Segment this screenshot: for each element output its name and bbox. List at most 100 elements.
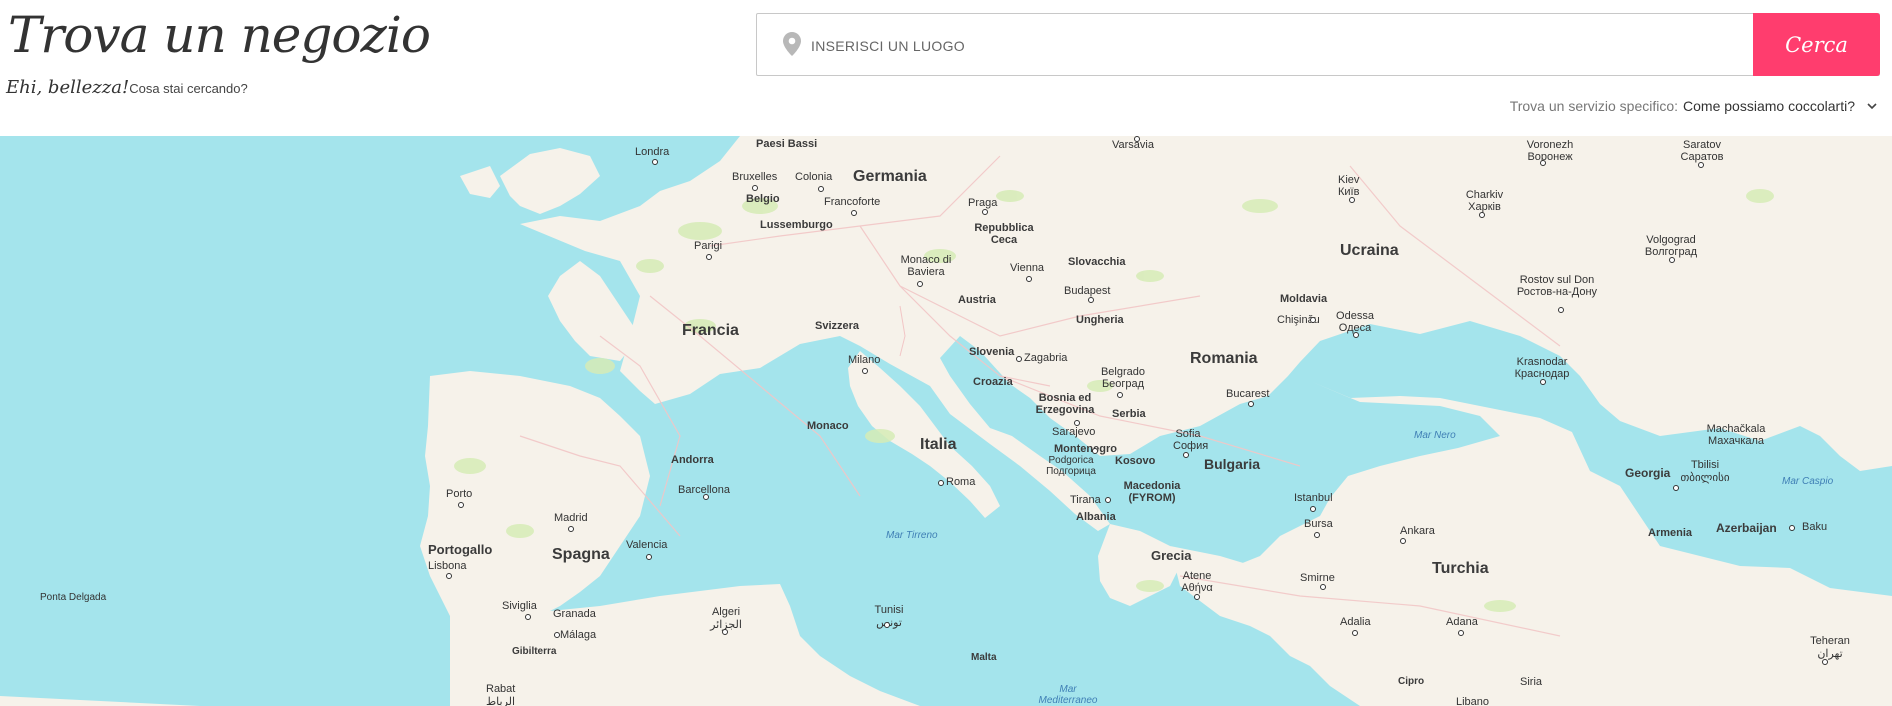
city-marker[interactable] (1789, 525, 1795, 531)
city-marker[interactable] (917, 281, 923, 287)
city-marker[interactable] (1026, 276, 1032, 282)
city-marker[interactable] (1400, 538, 1406, 544)
service-filter-select[interactable]: Come possiamo coccolarti? (1683, 98, 1855, 114)
map-label-country: Croazia (973, 376, 1013, 388)
map-label-city: Praga (968, 197, 998, 209)
map-label-sea: Mar Nero (1414, 430, 1456, 441)
city-marker[interactable] (1320, 584, 1326, 590)
map-label-city: Valencia (626, 539, 668, 551)
map-label-city: Rostov sul Don Ростов-на-Дону (1516, 274, 1598, 298)
city-marker[interactable] (1540, 379, 1546, 385)
city-marker[interactable] (1183, 452, 1189, 458)
location-search-input[interactable] (809, 14, 1743, 77)
map-label-city: Machačkala Махачкала (1706, 423, 1766, 447)
city-marker[interactable] (1558, 307, 1564, 313)
city-marker[interactable] (1349, 197, 1355, 203)
map-label-country: Paesi Bassi (756, 138, 818, 150)
city-marker[interactable] (1479, 212, 1485, 218)
city-marker[interactable] (1088, 297, 1094, 303)
city-marker[interactable] (722, 629, 728, 635)
map-label-country: Serbia (1112, 408, 1146, 420)
city-marker[interactable] (646, 554, 652, 560)
location-search-bar: Cerca (756, 13, 1880, 77)
map-label-country: Turchia (1432, 560, 1489, 577)
city-marker[interactable] (818, 186, 824, 192)
city-marker[interactable] (1105, 497, 1111, 503)
city-marker[interactable] (1673, 485, 1679, 491)
city-marker[interactable] (706, 254, 712, 260)
map-label-country: Spagna (552, 546, 610, 563)
subtitle: Ehi, bellezza!Cosa stai cercando? (6, 77, 248, 98)
map-label-city: Adana (1446, 616, 1478, 628)
city-marker[interactable] (1310, 317, 1316, 323)
map-label-city: Belgrado Београд (1100, 366, 1146, 390)
city-marker[interactable] (1458, 630, 1464, 636)
city-marker[interactable] (1248, 401, 1254, 407)
map-canvas[interactable] (0, 136, 1892, 706)
city-marker[interactable] (568, 526, 574, 532)
search-button[interactable]: Cerca (1753, 13, 1880, 76)
map-label-city: Kiev Київ (1338, 174, 1360, 198)
store-locator-map[interactable]: Paesi Bassi Londra Varsavia Bruxelles Co… (0, 136, 1892, 706)
city-marker[interactable] (525, 614, 531, 620)
map-label-country: Bulgaria (1204, 456, 1261, 472)
map-label-city: Krasnodar Краснодар (1514, 356, 1570, 380)
city-marker[interactable] (1310, 506, 1316, 512)
city-marker[interactable] (1822, 659, 1828, 665)
chevron-down-icon[interactable] (1866, 100, 1878, 112)
city-marker[interactable] (554, 632, 560, 638)
map-label-city: Teheran تهران (1810, 635, 1850, 660)
map-label-city: Varsavia (1112, 139, 1154, 151)
map-label-country: Libano (1456, 696, 1490, 706)
city-marker[interactable] (1698, 162, 1704, 168)
city-marker[interactable] (862, 368, 868, 374)
city-marker[interactable] (1016, 356, 1022, 362)
city-marker[interactable] (938, 480, 944, 486)
map-label-city: Gibilterra (512, 646, 557, 657)
city-marker[interactable] (1353, 332, 1359, 338)
map-label-city: Rabat الرباط (486, 683, 516, 706)
map-label-country: Romania (1190, 350, 1258, 367)
map-label-country: Macedonia (FYROM) (1123, 480, 1181, 504)
map-label-city: Adalia (1340, 616, 1371, 628)
map-label-city: Parigi (694, 240, 723, 252)
map-label-city: Vienna (1010, 262, 1045, 274)
map-label-sea: Mar Tirreno (886, 530, 938, 541)
city-marker[interactable] (752, 185, 758, 191)
city-marker[interactable] (703, 494, 709, 500)
city-marker[interactable] (1540, 160, 1546, 166)
map-label-country: Armenia (1648, 527, 1693, 539)
city-marker[interactable] (1194, 594, 1200, 600)
service-filter[interactable]: Trova un servizio specifico: Come possia… (1510, 98, 1878, 114)
subtitle-question: Cosa stai cercando? (129, 81, 248, 96)
city-marker[interactable] (652, 159, 658, 165)
city-marker[interactable] (1669, 257, 1675, 263)
map-label-city: Tirana (1070, 494, 1101, 506)
map-label-city: Colonia (795, 171, 833, 183)
map-label-city: Londra (635, 146, 670, 158)
map-label-country: Ucraina (1340, 242, 1399, 259)
map-label-city: Milano (848, 354, 881, 366)
map-label-country: Slovenia (969, 346, 1015, 358)
map-label-city: Sarajevo (1052, 426, 1096, 438)
map-label-country: Italia (920, 436, 957, 453)
city-marker[interactable] (1117, 392, 1123, 398)
city-marker[interactable] (1092, 448, 1098, 454)
city-marker[interactable] (884, 622, 890, 628)
city-marker[interactable] (1134, 136, 1140, 142)
map-label-city: Odessa Одеса (1336, 310, 1374, 334)
city-marker[interactable] (458, 502, 464, 508)
city-marker[interactable] (1074, 420, 1080, 426)
map-label-city: Bursa (1304, 518, 1333, 530)
city-marker[interactable] (982, 209, 988, 215)
map-label-city: Volgograd Волгоград (1644, 234, 1698, 258)
map-label-city: Atene Αθήνα (1181, 570, 1213, 594)
map-label-city: Budapest (1064, 285, 1111, 297)
map-label-country: Georgia (1625, 466, 1671, 480)
city-marker[interactable] (446, 573, 452, 579)
map-label-country: Germania (853, 168, 927, 185)
search-field-wrapper[interactable] (757, 14, 1753, 77)
city-marker[interactable] (851, 210, 857, 216)
city-marker[interactable] (1314, 532, 1320, 538)
city-marker[interactable] (1352, 630, 1358, 636)
